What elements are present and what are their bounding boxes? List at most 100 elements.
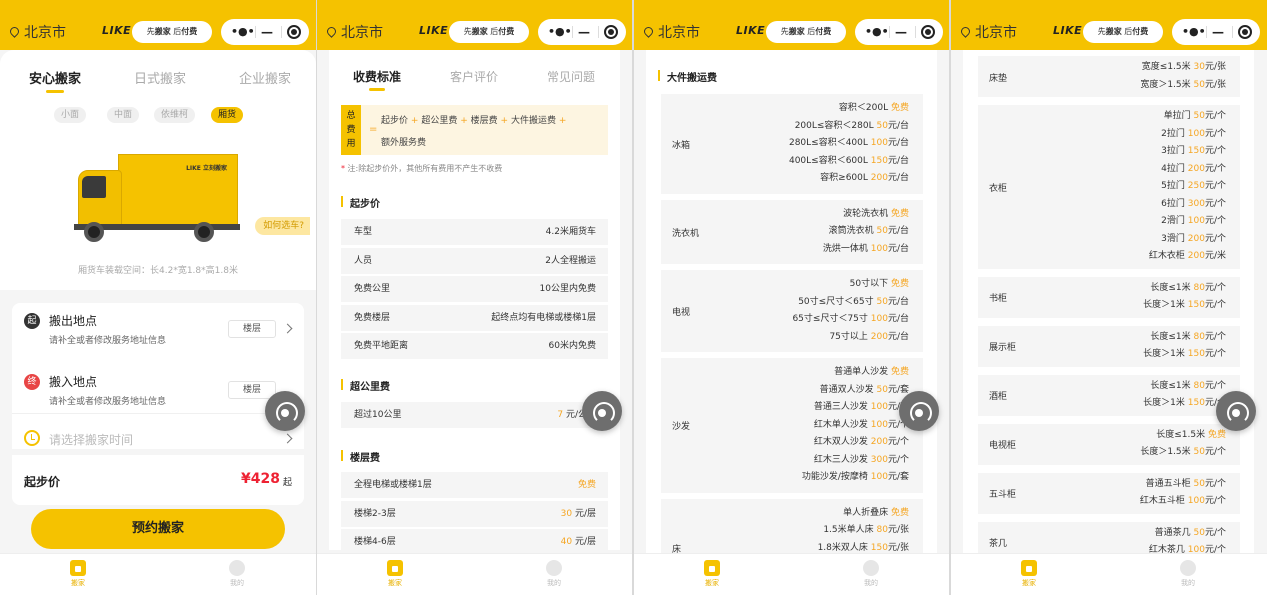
how-to-choose-button[interactable]: 如何选车?: [255, 217, 310, 235]
price-condition: 2滑门: [1161, 216, 1188, 226]
tab-mine[interactable]: 我的: [534, 560, 574, 588]
price-amount: 30: [1193, 62, 1205, 72]
price-amount: 80: [1193, 282, 1205, 293]
price-condition: 280L≤容积＜400L: [788, 138, 871, 148]
tab-safe-move[interactable]: 安心搬家: [29, 68, 81, 93]
tab-reviews[interactable]: 客户评价: [450, 68, 498, 85]
price-condition: 宽度＞1.5米: [1140, 79, 1194, 90]
price-amount: 50: [876, 296, 888, 307]
price-unit: 元/个: [1204, 349, 1226, 359]
panel-booking: 北京市 LIKE 先搬家 后付费 •●• — 安心搬家 日式搬家 企业搬家 小面 …: [0, 0, 316, 595]
chevron-right-icon: [282, 323, 293, 334]
fee-row: 免费公里 10公里内免费: [341, 276, 608, 302]
price-amount: 50: [1193, 478, 1205, 489]
tab-home[interactable]: 搬家: [375, 560, 415, 588]
tab-japanese-move[interactable]: 日式搬家: [134, 68, 186, 87]
price-line: 3滑门 200元/个: [1161, 231, 1226, 244]
price-amount: 200: [870, 437, 888, 447]
bottom-tabbar: 搬家 我的: [317, 553, 632, 595]
more-icon[interactable]: •●•: [865, 19, 889, 45]
tab-mine[interactable]: 我的: [217, 560, 257, 588]
from-subtitle: 请补全或者修改服务地址信息: [49, 336, 167, 346]
slogan: 先搬家 后付费: [766, 21, 846, 43]
chip-medium-van[interactable]: 中面: [107, 107, 140, 123]
more-icon[interactable]: •●•: [1182, 19, 1206, 45]
price-condition: 洗烘一体机: [822, 243, 871, 254]
price-amount: 100: [870, 472, 888, 482]
formula-items: 起步价 + 超公里费 + 楼层费 + 大件搬运费 +: [381, 116, 567, 126]
price-condition: 长度＞1米: [1143, 300, 1188, 310]
tab-mine[interactable]: 我的: [851, 560, 891, 588]
fee-row-value: 2人全程搬运: [545, 255, 596, 266]
price-unit: 元/个: [1204, 128, 1226, 139]
price-line: 容积＜200L 免费: [839, 100, 909, 113]
tab-faq[interactable]: 常见问题: [547, 68, 595, 85]
from-floor-button[interactable]: 楼层: [228, 320, 276, 338]
price-line: 长度＞1米 150元/个: [1143, 395, 1226, 408]
more-icon[interactable]: •●•: [231, 19, 255, 45]
price-line: 2拉门 100元/个: [1161, 126, 1226, 139]
city-selector[interactable]: 北京市: [642, 22, 700, 42]
location-pin-icon: [325, 25, 338, 38]
time-picker[interactable]: 请选择搬家时间: [12, 413, 304, 449]
price-line: 50寸≤尺寸＜65寸 50元/台: [798, 294, 909, 307]
price-condition: 65寸≤尺寸＜75寸: [792, 314, 871, 324]
large-item-list: 大件搬运费 冰箱 容积＜200L 免费 200L≤容积＜280L 50元/台 280L…: [646, 50, 937, 553]
customer-service-button[interactable]: [1216, 391, 1256, 431]
price-amount: 100: [1187, 128, 1205, 139]
chip-box-truck[interactable]: 厢货: [211, 107, 244, 123]
minimize-icon[interactable]: —: [1212, 19, 1224, 45]
tab-home[interactable]: 搬家: [1009, 560, 1049, 588]
price-amount: 80: [876, 525, 888, 535]
price-line: 75寸以上 200元/台: [829, 329, 909, 342]
price-condition: 5拉门: [1161, 181, 1188, 191]
close-target-icon[interactable]: [604, 25, 618, 39]
price-line: 200L≤容积＜280L 50元/台: [795, 118, 909, 131]
close-target-icon[interactable]: [921, 25, 935, 39]
minimize-icon[interactable]: —: [895, 19, 907, 45]
close-target-icon[interactable]: [1238, 25, 1252, 39]
price-amount: 免费: [890, 367, 909, 377]
item-group: 电视 50寸以下 免费 50寸≤尺寸＜65寸 50元/台 65寸≤尺寸＜75寸 100…: [661, 270, 923, 352]
city-selector[interactable]: 北京市: [959, 22, 1017, 42]
price-amount: 100: [870, 402, 888, 412]
fee-row-key: 免费平地距离: [354, 341, 409, 351]
minimize-icon[interactable]: —: [578, 19, 590, 45]
to-floor-button[interactable]: 楼层: [228, 381, 276, 399]
slogan: 先搬家 后付费: [1083, 21, 1163, 43]
customer-service-button[interactable]: [582, 391, 622, 431]
tab-fee-standard[interactable]: 收费标准: [353, 68, 401, 91]
tab-mine[interactable]: 我的: [1168, 560, 1208, 588]
book-move-button[interactable]: 预约搬家: [31, 509, 285, 549]
price-amount: 200: [1187, 163, 1205, 174]
item-name: 展示柜: [989, 343, 1017, 353]
price-condition: 普通茶几: [1154, 527, 1194, 538]
furniture-fee-list: 床垫 宽度≤1.5米 30元/张 宽度＞1.5米 50元/张 衣柜 单拉门 50元/个 2…: [963, 50, 1254, 553]
tab-home[interactable]: 搬家: [692, 560, 732, 588]
tab-enterprise-move[interactable]: 企业搬家: [239, 68, 291, 87]
top-bar: 北京市 LIKE 先搬家 后付费 •●• —: [951, 0, 1267, 50]
minimize-icon[interactable]: —: [261, 19, 273, 45]
price-line: 长度＞1.5米 50元/个: [1140, 444, 1226, 457]
price-line: 50寸以下 免费: [850, 276, 909, 289]
price-condition: 长度＞1米: [1143, 349, 1188, 359]
price-condition: 红木衣柜: [1148, 251, 1188, 261]
city-selector[interactable]: 北京市: [325, 22, 383, 42]
chip-small-van[interactable]: 小面: [54, 107, 87, 123]
price-amount: 50: [1193, 527, 1205, 538]
more-icon[interactable]: •●•: [548, 19, 572, 45]
chip-iveco[interactable]: 依维柯: [154, 107, 196, 123]
price-condition: 宽度≤1.5米: [1141, 62, 1194, 72]
tab-home[interactable]: 搬家: [58, 560, 98, 588]
price-condition: 普通五斗柜: [1145, 478, 1194, 489]
price-line: 普通茶几 50元/个: [1155, 525, 1226, 538]
customer-service-button[interactable]: [265, 391, 305, 431]
price-amount: 免费: [890, 279, 909, 289]
close-target-icon[interactable]: [287, 25, 301, 39]
fee-row-key: 全程电梯或楼梯1层: [354, 480, 432, 490]
price-amount: 200: [870, 173, 888, 183]
city-selector[interactable]: 北京市: [8, 22, 66, 42]
customer-service-button[interactable]: [899, 391, 939, 431]
price-line: 普通单人沙发 免费: [834, 364, 909, 377]
price-amount: 100: [1187, 216, 1205, 226]
